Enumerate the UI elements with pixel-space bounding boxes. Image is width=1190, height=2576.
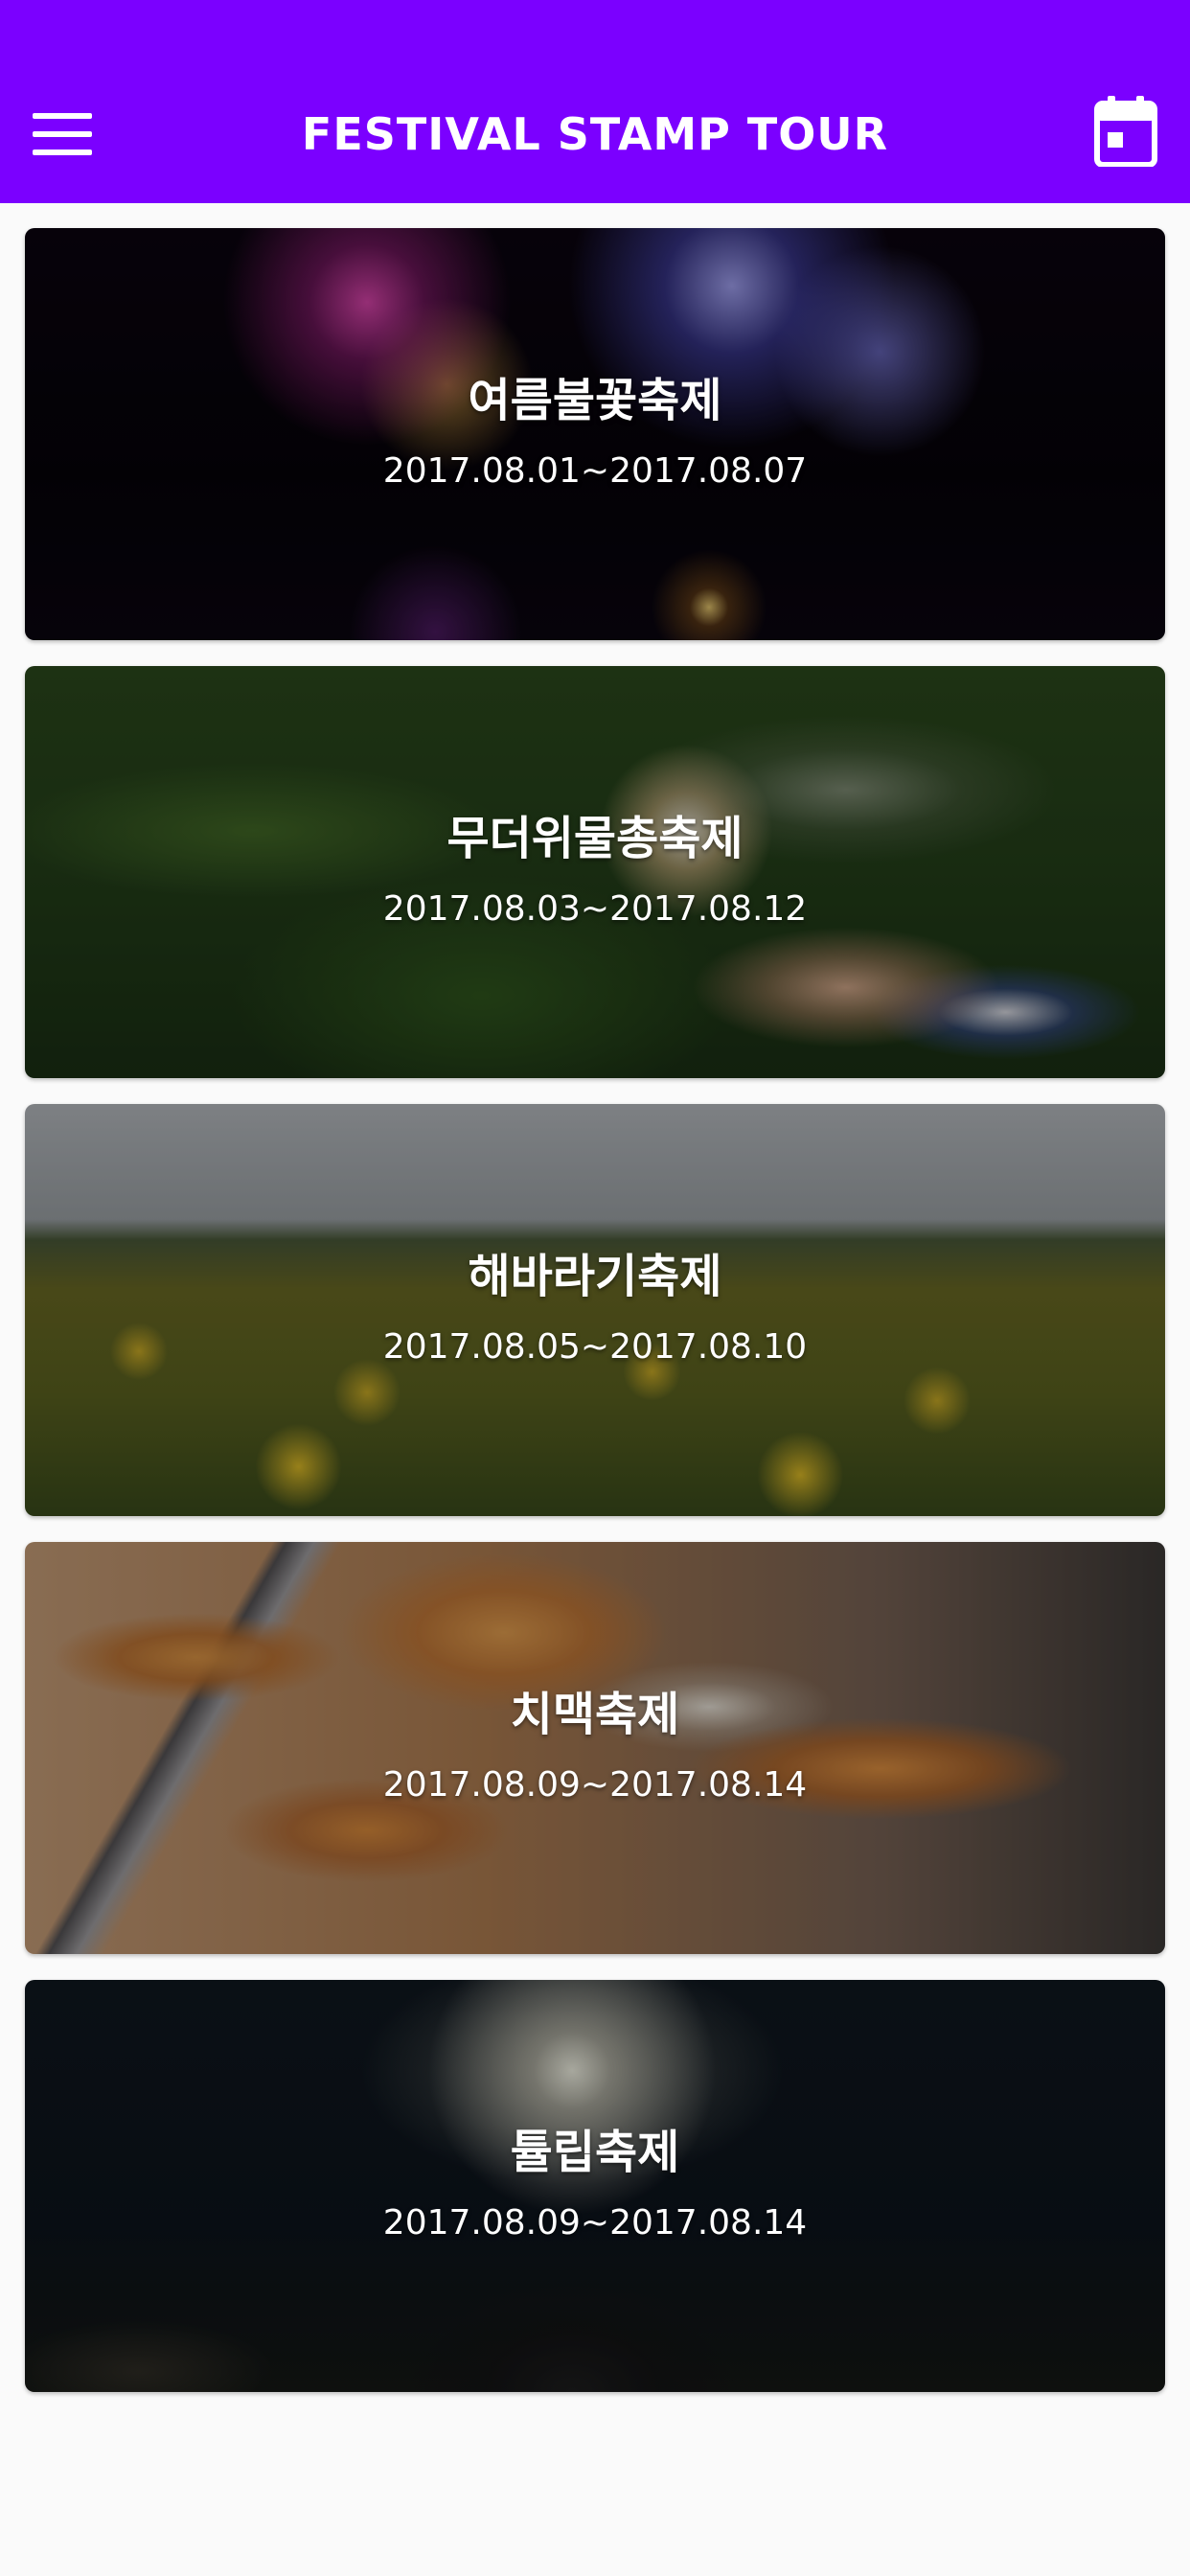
festival-dates: 2017.08.01~2017.08.07 <box>382 451 808 491</box>
festival-card[interactable]: 해바라기축제 2017.08.05~2017.08.10 <box>25 1104 1165 1516</box>
festival-card[interactable]: 치맥축제 2017.08.09~2017.08.14 <box>25 1542 1165 1954</box>
festival-card[interactable]: 튤립축제 2017.08.09~2017.08.14 <box>25 1980 1165 2392</box>
festival-dates: 2017.08.09~2017.08.14 <box>382 2203 808 2242</box>
festival-card[interactable]: 무더위물총축제 2017.08.03~2017.08.12 <box>25 666 1165 1078</box>
app-bar: FESTIVAL STAMP TOUR <box>0 0 1190 203</box>
festival-name: 튤립축제 <box>510 2126 680 2179</box>
festival-dates: 2017.08.09~2017.08.14 <box>382 1765 808 1805</box>
festival-name: 치맥축제 <box>510 1688 680 1741</box>
festival-name: 여름불꽃축제 <box>468 374 722 427</box>
festival-card[interactable]: 여름불꽃축제 2017.08.01~2017.08.07 <box>25 228 1165 640</box>
festival-name: 해바라기축제 <box>468 1250 722 1303</box>
festival-list: 여름불꽃축제 2017.08.01~2017.08.07 무더위물총축제 201… <box>25 228 1165 2418</box>
festival-dates: 2017.08.03~2017.08.12 <box>382 889 808 929</box>
festival-name: 무더위물총축제 <box>446 812 744 865</box>
app-title: FESTIVAL STAMP TOUR <box>301 108 889 160</box>
festival-dates: 2017.08.05~2017.08.10 <box>382 1327 808 1367</box>
calendar-icon[interactable] <box>1094 96 1157 168</box>
